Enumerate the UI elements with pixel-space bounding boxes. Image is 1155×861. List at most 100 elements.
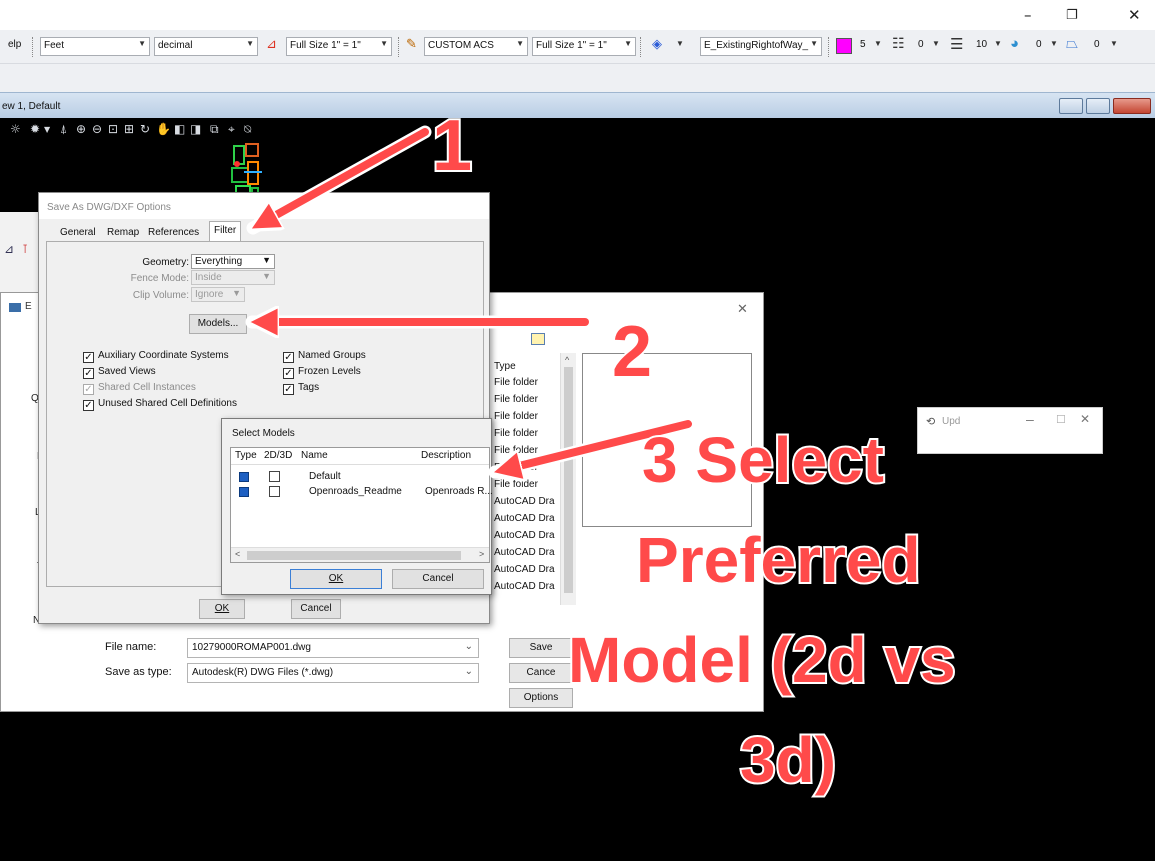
chevron-down-icon[interactable]: ▼ xyxy=(932,39,940,48)
list-item[interactable]: AutoCAD Dra xyxy=(494,530,555,541)
line-style-icon[interactable]: ☷ xyxy=(892,35,905,52)
column-header-type[interactable]: Type xyxy=(494,361,516,372)
list-item[interactable]: File folder xyxy=(494,428,538,439)
scale-combo[interactable]: Full Size 1" = 1" ▼ xyxy=(532,37,636,56)
ok-button[interactable]: OK xyxy=(199,599,245,619)
annotation-scale-combo[interactable]: Full Size 1" = 1" ▼ xyxy=(286,37,392,56)
checkbox-frozen-levels[interactable]: ✓ Frozen Levels xyxy=(283,366,361,379)
checkbox-auxiliary-coordinate-systems[interactable]: ✓ Auxiliary Coordinate Systems xyxy=(83,350,229,363)
camera-icon[interactable]: ⌖ xyxy=(228,122,235,137)
view-restore-button[interactable] xyxy=(1086,98,1110,114)
chevron-down-icon[interactable]: ▼ xyxy=(874,39,882,48)
zoom-out-icon[interactable]: ⊖ xyxy=(92,122,102,136)
clip-volume-select[interactable]: Ignore ▼ xyxy=(191,287,245,302)
checkbox-mark[interactable]: ✓ xyxy=(83,352,94,363)
restore-icon[interactable]: ❐ xyxy=(1066,8,1078,23)
list-item[interactable]: File folder xyxy=(494,462,538,473)
chevron-down-icon[interactable]: ▼ xyxy=(1050,39,1058,48)
checkbox-mark[interactable]: ✓ xyxy=(83,400,94,411)
list-item[interactable]: AutoCAD Dra xyxy=(494,547,555,558)
list-item[interactable]: File folder xyxy=(494,394,538,405)
clip-volume-icon[interactable]: ⍉ xyxy=(244,122,251,137)
list-item[interactable]: AutoCAD Dra xyxy=(494,581,555,592)
chevron-down-icon[interactable]: ⌄ xyxy=(465,641,473,652)
models-horizontal-scrollbar[interactable]: < > xyxy=(231,547,489,562)
transparency-icon[interactable]: ◕ xyxy=(1010,35,1019,52)
priority-icon[interactable]: ⏢ xyxy=(1066,35,1078,52)
annotation-scale-icon[interactable]: ⊿ xyxy=(266,36,277,52)
cancel-button[interactable]: Cancel xyxy=(392,569,484,589)
chevron-down-icon[interactable]: ▼ xyxy=(44,125,50,134)
rotate-view-icon[interactable]: ↻ xyxy=(140,122,150,136)
file-name-input[interactable]: 10279000ROMAP001.dwg ⌄ xyxy=(187,638,479,658)
copy-view-icon[interactable]: ⧉ xyxy=(210,122,219,137)
column-header-type[interactable]: Type xyxy=(235,450,257,461)
model-2d3d-checkbox[interactable] xyxy=(269,486,280,497)
maximize-icon[interactable]: ☐ xyxy=(1056,413,1066,426)
scrollbar-thumb[interactable] xyxy=(247,551,461,560)
minimize-icon[interactable]: – xyxy=(1026,411,1034,427)
list-item[interactable]: File folder xyxy=(494,445,538,456)
acs-combo[interactable]: CUSTOM ACS ▼ xyxy=(424,37,528,56)
close-icon[interactable]: ✕ xyxy=(737,301,748,317)
minimize-icon[interactable]: – xyxy=(1024,6,1032,24)
scroll-left-icon[interactable]: < xyxy=(235,549,240,559)
update-view-icon[interactable]: ⍋ xyxy=(60,122,67,137)
close-icon[interactable]: ✕ xyxy=(1080,412,1090,426)
table-row[interactable]: Openroads_Readme Openroads R... xyxy=(231,485,493,499)
tab-filter[interactable]: Filter xyxy=(209,221,242,242)
cancel-button[interactable]: Cancel xyxy=(291,599,341,619)
chevron-down-icon[interactable]: ▼ xyxy=(676,39,684,48)
fit-view-icon[interactable]: ⊞ xyxy=(124,122,134,136)
tab-references[interactable]: References xyxy=(143,223,204,242)
models-list[interactable]: Type 2D/3D Name Description Default Open… xyxy=(230,447,493,563)
checkbox-mark[interactable]: ✓ xyxy=(283,368,294,379)
checkbox-unused-shared-cell-definitions[interactable]: ✓ Unused Shared Cell Definitions xyxy=(83,398,237,411)
list-item[interactable]: File folder xyxy=(494,411,538,422)
scroll-right-icon[interactable]: > xyxy=(479,549,484,559)
options-button[interactable]: Options xyxy=(509,688,573,708)
checkbox-shared-cell-instances[interactable]: ✓ Shared Cell Instances xyxy=(83,382,196,395)
view-minimize-button[interactable] xyxy=(1059,98,1083,114)
view-close-button[interactable] xyxy=(1113,98,1151,114)
new-folder-icon[interactable] xyxy=(531,333,545,345)
tab-general[interactable]: General xyxy=(55,223,101,242)
list-item[interactable]: AutoCAD Dra xyxy=(494,513,555,524)
previous-view-icon[interactable]: ◧ xyxy=(174,122,185,136)
model-2d3d-checkbox[interactable] xyxy=(269,471,280,482)
models-button[interactable]: Models... xyxy=(189,314,247,334)
save-button[interactable]: Save xyxy=(509,638,573,658)
level-display-icon[interactable]: ◈ xyxy=(652,36,662,52)
units-combo[interactable]: Feet ▼ xyxy=(40,37,150,56)
checkbox-mark[interactable]: ✓ xyxy=(83,384,94,395)
checkbox-mark[interactable]: ✓ xyxy=(283,384,294,395)
tab-remap[interactable]: Remap xyxy=(102,223,144,242)
column-header-description[interactable]: Description xyxy=(421,450,471,461)
cancel-button[interactable]: Cance xyxy=(509,663,573,683)
menu-fragment[interactable]: elp xyxy=(8,39,21,50)
view-attributes-icon[interactable]: ☼ xyxy=(10,122,21,136)
checkbox-mark[interactable]: ✓ xyxy=(283,352,294,363)
table-row[interactable]: Default xyxy=(231,470,489,484)
scrollbar-thumb[interactable] xyxy=(564,367,573,593)
ok-button[interactable]: OK xyxy=(290,569,382,589)
checkbox-tags[interactable]: ✓ Tags xyxy=(283,382,319,395)
close-icon[interactable]: ✕ xyxy=(1128,6,1141,24)
display-style-icon[interactable]: ✹ xyxy=(30,122,40,136)
column-header-name[interactable]: Name xyxy=(301,450,328,461)
window-area-icon[interactable]: ⊡ xyxy=(108,122,118,136)
format-combo[interactable]: decimal ▼ xyxy=(154,37,258,56)
color-swatch[interactable] xyxy=(836,38,852,54)
file-list[interactable]: Type File folder File folder File folder… xyxy=(491,353,577,605)
list-item[interactable]: File folder xyxy=(494,479,538,490)
file-list-scrollbar[interactable]: ^ xyxy=(560,353,576,605)
list-item[interactable]: AutoCAD Dra xyxy=(494,496,555,507)
fence-mode-select[interactable]: Inside ▼ xyxy=(191,270,275,285)
chevron-down-icon[interactable]: ⌄ xyxy=(465,666,473,677)
chevron-down-icon[interactable]: ▼ xyxy=(1110,39,1118,48)
column-header-2d3d[interactable]: 2D/3D xyxy=(264,450,292,461)
acs-icon[interactable]: ✎ xyxy=(406,36,417,52)
checkbox-saved-views[interactable]: ✓ Saved Views xyxy=(83,366,156,379)
level-combo[interactable]: E_ExistingRightofWay_ ▼ xyxy=(700,37,822,56)
list-item[interactable]: AutoCAD Dra xyxy=(494,564,555,575)
